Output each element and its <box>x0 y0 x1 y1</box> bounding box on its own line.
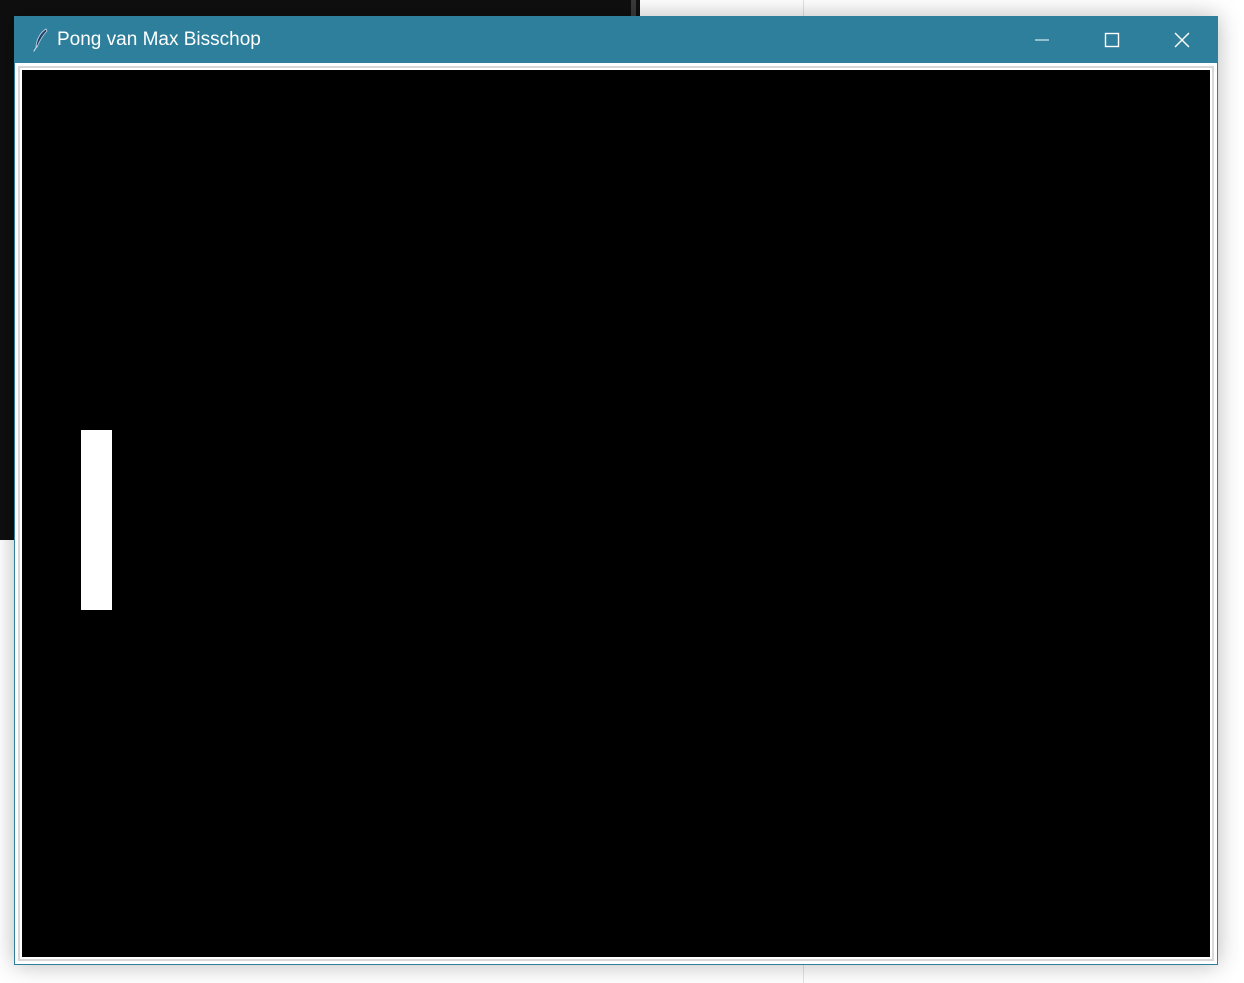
minimize-button[interactable] <box>1007 17 1077 63</box>
left-paddle <box>81 430 112 610</box>
pong-window: Pong van Max Bisschop <box>14 16 1218 965</box>
maximize-button[interactable] <box>1077 17 1147 63</box>
canvas-frame <box>18 66 1214 961</box>
game-canvas[interactable] <box>22 70 1210 957</box>
minimize-icon <box>1035 39 1049 41</box>
close-button[interactable] <box>1147 17 1217 63</box>
maximize-icon <box>1104 32 1120 48</box>
close-icon <box>1174 32 1190 48</box>
feather-icon <box>33 28 48 52</box>
title-bar[interactable]: Pong van Max Bisschop <box>15 17 1217 63</box>
window-title: Pong van Max Bisschop <box>57 29 261 50</box>
